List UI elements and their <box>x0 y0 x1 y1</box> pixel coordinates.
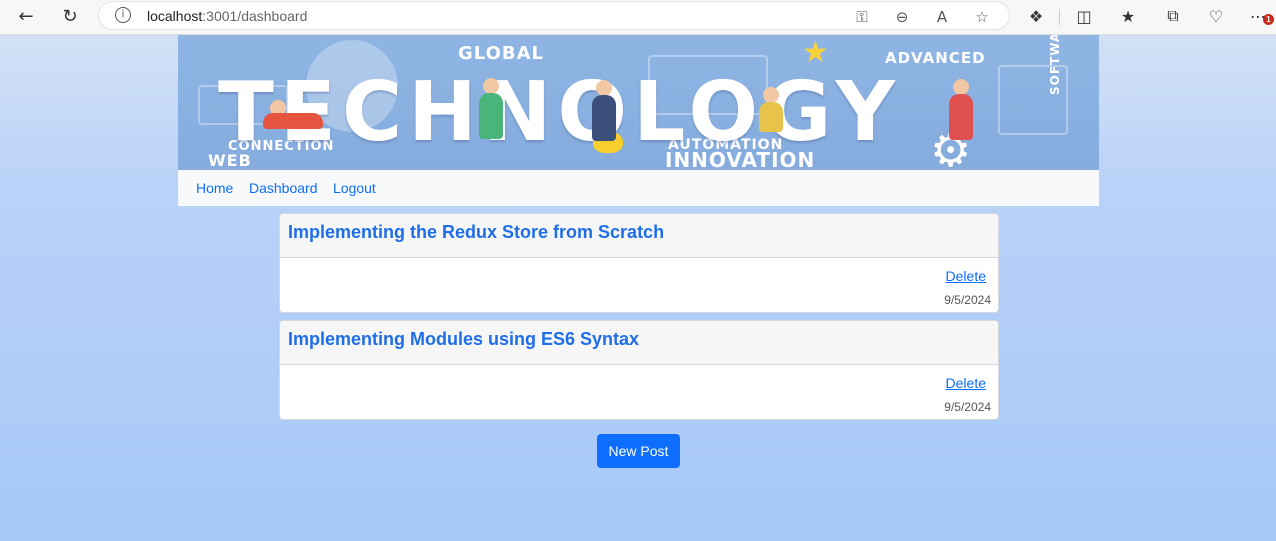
person-graphic <box>759 102 783 132</box>
post-card-body: Delete 9/5/2024 <box>280 258 998 312</box>
back-icon[interactable]: ← <box>12 4 40 28</box>
person-graphic <box>949 94 973 140</box>
post-title[interactable]: Implementing the Redux Store from Scratc… <box>288 222 990 243</box>
post-card-body: Delete 9/5/2024 <box>280 365 998 419</box>
person-graphic <box>263 113 323 129</box>
banner-title: TECHNOLOGY <box>218 65 902 160</box>
site-info-icon[interactable]: i <box>115 7 131 23</box>
url-path: :3001/dashboard <box>202 8 308 24</box>
nav-home-link[interactable]: Home <box>196 180 233 196</box>
browser-toolbar: ← ↻ i localhost:3001/dashboard ⚿ ⊖ A ☆ ❖… <box>0 0 1276 35</box>
post-title[interactable]: Implementing Modules using ES6 Syntax <box>288 329 990 350</box>
nav-dashboard-link[interactable]: Dashboard <box>249 180 318 196</box>
split-screen-icon[interactable]: ◫ <box>1072 5 1096 27</box>
extensions-icon[interactable]: ❖ <box>1024 5 1048 27</box>
technology-banner: ★ GLOBAL ADVANCED CONNECTION WEB AUTOMAT… <box>178 35 1099 170</box>
post-card: Implementing Modules using ES6 Syntax De… <box>279 320 999 420</box>
url-text: localhost:3001/dashboard <box>147 8 307 24</box>
post-card-header: Implementing Modules using ES6 Syntax <box>280 321 998 365</box>
favorites-icon[interactable]: ★ <box>1116 5 1140 27</box>
nav-logout-link[interactable]: Logout <box>333 180 376 196</box>
address-bar[interactable]: i localhost:3001/dashboard ⚿ ⊖ A ☆ <box>98 1 1010 30</box>
person-head-graphic <box>953 79 969 95</box>
key-icon[interactable]: ⚿ <box>851 6 873 28</box>
banner-word-global: GLOBAL <box>458 43 545 64</box>
favorite-star-icon[interactable]: ☆ <box>971 6 993 28</box>
url-host: localhost <box>147 8 203 24</box>
person-head-graphic <box>596 80 612 96</box>
zoom-out-icon[interactable]: ⊖ <box>891 6 913 28</box>
reload-icon[interactable]: ↻ <box>56 4 84 28</box>
read-aloud-icon[interactable]: A <box>931 6 953 28</box>
person-graphic <box>479 93 503 139</box>
post-date: 9/5/2024 <box>944 293 991 307</box>
person-head-graphic <box>763 87 779 103</box>
notification-badge: 1 <box>1263 14 1274 25</box>
person-head-graphic <box>483 78 499 94</box>
post-date: 9/5/2024 <box>944 400 991 414</box>
browser-essentials-icon[interactable]: ♡ <box>1204 5 1228 27</box>
post-card-header: Implementing the Redux Store from Scratc… <box>280 214 998 258</box>
collections-icon[interactable]: ⧉ <box>1161 5 1185 27</box>
banner-word-software: SOFTWARE <box>1048 35 1062 95</box>
main-navbar: Home Dashboard Logout <box>178 170 1099 206</box>
person-graphic <box>592 95 616 141</box>
delete-post-link[interactable]: Delete <box>946 268 986 284</box>
new-post-button[interactable]: New Post <box>597 434 680 468</box>
delete-post-link[interactable]: Delete <box>946 375 986 391</box>
toolbar-divider <box>1059 9 1060 25</box>
post-card: Implementing the Redux Store from Scratc… <box>279 213 999 313</box>
